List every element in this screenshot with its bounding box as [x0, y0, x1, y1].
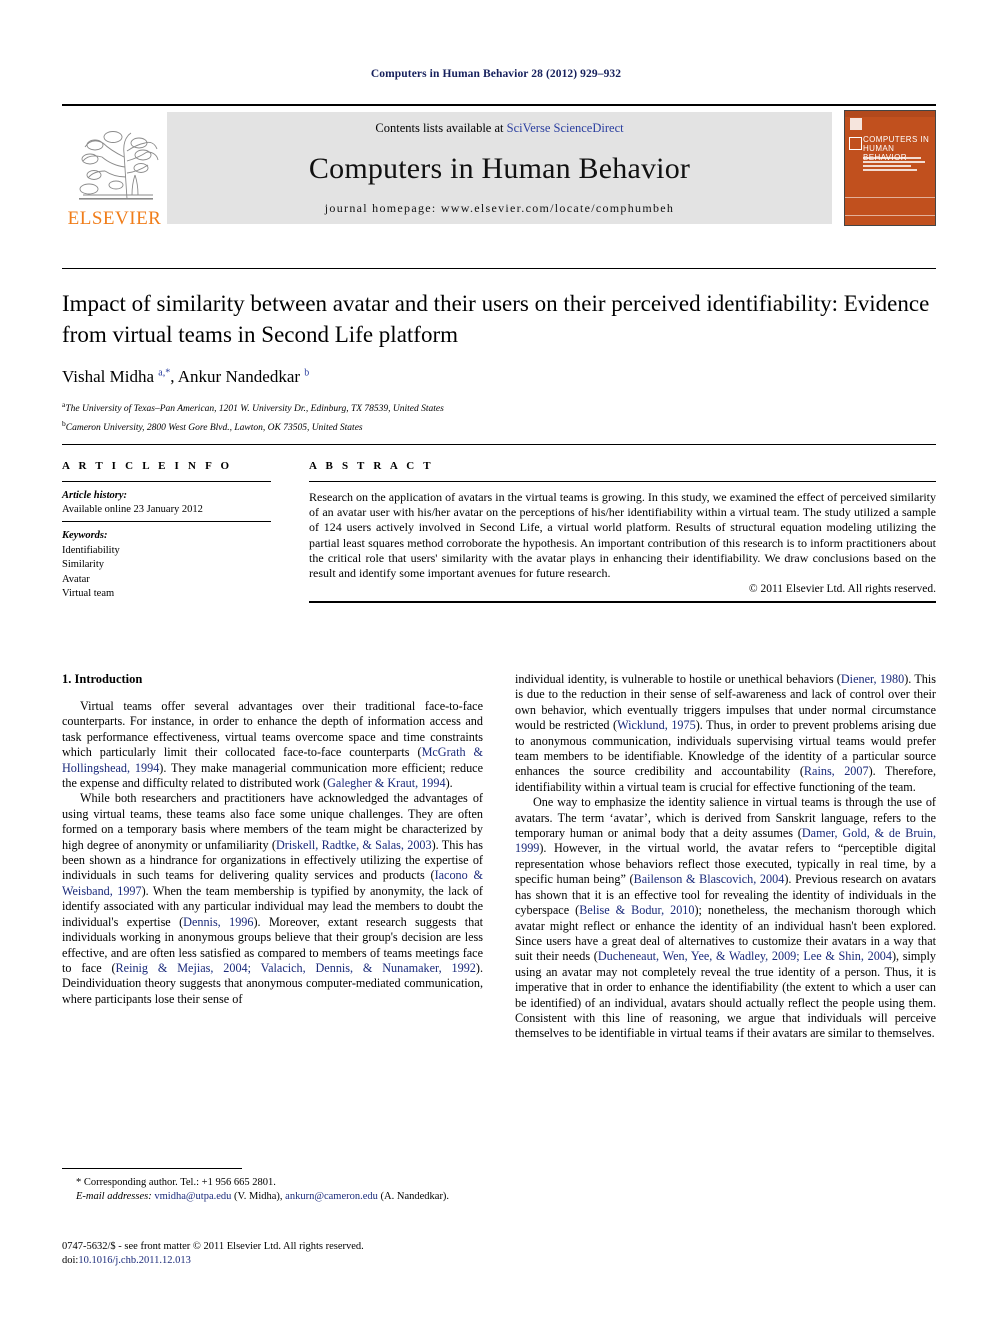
- body-column-right: individual identity, is vulnerable to ho…: [515, 672, 936, 1042]
- cover-logo-outline-icon: [849, 137, 862, 150]
- email-addresses-note: E-mail addresses: vmidha@utpa.edu (V. Mi…: [76, 1191, 450, 1202]
- abstract-column: A B S T R A C T Research on the applicat…: [309, 460, 936, 606]
- keyword-item: Identifiability: [62, 544, 120, 556]
- journal-homepage-link[interactable]: journal homepage: www.elsevier.com/locat…: [325, 201, 674, 216]
- article-info-heading: A R T I C L E I N F O: [62, 460, 233, 472]
- journal-title: Computers in Human Behavior: [308, 151, 691, 185]
- issn-doi-footer: 0747-5632/$ - see front matter © 2011 El…: [62, 1240, 562, 1268]
- body-columns: 1. Introduction Virtual teams offer seve…: [62, 672, 936, 1042]
- elsevier-wordmark: ELSEVIER: [67, 208, 162, 229]
- affiliation-b-text: Cameron University, 2800 West Gore Blvd.…: [65, 422, 363, 433]
- issn-line: 0747-5632/$ - see front matter © 2011 El…: [62, 1241, 364, 1252]
- affiliation-a-text: The University of Texas–Pan American, 12…: [65, 404, 444, 415]
- cover-top-strip: [845, 111, 935, 117]
- corresponding-author-note: * Corresponding author. Tel.: +1 956 665…: [76, 1177, 276, 1188]
- paper-page: Computers in Human Behavior 28 (2012) 92…: [0, 0, 992, 1323]
- abstract-copyright: © 2011 Elsevier Ltd. All rights reserved…: [748, 583, 936, 596]
- elsevier-tree-icon: [78, 131, 158, 200]
- contents-prefix: Contents lists available at: [375, 121, 507, 135]
- info-abstract-region: A R T I C L E I N F O Article history: A…: [62, 460, 936, 606]
- abstract-text: Research on the application of avatars i…: [309, 490, 936, 581]
- doi-prefix: doi:: [62, 1255, 79, 1266]
- title-top-rule: [62, 268, 936, 269]
- keyword-item: Virtual team: [62, 588, 115, 599]
- keywords-label: Keywords:: [62, 530, 108, 541]
- title-block: Impact of similarity between avatar and …: [62, 288, 936, 435]
- journal-banner: Contents lists available at SciVerse Sci…: [167, 112, 832, 224]
- author-list: Vishal Midha a,*, Ankur Nandedkar b: [62, 367, 310, 386]
- body-paragraph: While both researchers and practitioners…: [62, 791, 484, 1006]
- doi-line: doi:10.1016/j.chb.2011.12.013: [62, 1254, 562, 1268]
- cover-rule-1: [845, 197, 935, 198]
- affiliation-a: aThe University of Texas–Pan American, 1…: [62, 398, 936, 417]
- affiliations: aThe University of Texas–Pan American, 1…: [62, 398, 936, 435]
- body-column-left: 1. Introduction Virtual teams offer seve…: [62, 672, 483, 1042]
- article-history-group: Article history: Available online 23 Jan…: [62, 482, 271, 521]
- sciencedirect-link[interactable]: SciVerse ScienceDirect: [507, 121, 624, 135]
- elsevier-logo: ELSEVIER: [62, 106, 167, 230]
- body-paragraph: One way to emphasize the identity salien…: [515, 795, 936, 1041]
- running-head: Computers in Human Behavior 28 (2012) 92…: [370, 68, 622, 80]
- cover-subtitle-lines: [863, 157, 927, 173]
- keyword-item: Avatar: [62, 573, 90, 585]
- footnote-rule: [62, 1168, 242, 1169]
- keywords-group: Keywords: Identifiability Similarity Ava…: [62, 522, 271, 606]
- cover-rule-2: [845, 215, 935, 216]
- abstract-top-rule: [62, 444, 936, 445]
- body-paragraph: Virtual teams offer several advantages o…: [62, 699, 483, 791]
- article-history-value: Available online 23 January 2012: [62, 504, 203, 515]
- abstract-heading: A B S T R A C T: [309, 460, 434, 472]
- footnotes: * Corresponding author. Tel.: +1 956 665…: [62, 1176, 483, 1204]
- page-title: Impact of similarity between avatar and …: [62, 291, 930, 347]
- article-info-column: A R T I C L E I N F O Article history: A…: [62, 460, 309, 606]
- journal-cover-thumbnail: COMPUTERS IN HUMAN BEHAVIOR: [844, 110, 936, 226]
- abstract-bottom-rule: [309, 601, 936, 604]
- keyword-item: Similarity: [62, 559, 104, 570]
- body-paragraph: individual identity, is vulnerable to ho…: [515, 672, 937, 794]
- article-history-label: Article history:: [62, 490, 128, 501]
- affiliation-b: bCameron University, 2800 West Gore Blvd…: [62, 417, 936, 436]
- journal-masthead: ELSEVIER Contents lists available at Sci…: [62, 104, 936, 230]
- doi-link[interactable]: 10.1016/j.chb.2011.12.013: [78, 1255, 190, 1266]
- section-title-introduction: 1. Introduction: [62, 672, 143, 686]
- cover-logo-square-icon: [850, 118, 862, 130]
- contents-available-line: Contents lists available at SciVerse Sci…: [375, 121, 623, 136]
